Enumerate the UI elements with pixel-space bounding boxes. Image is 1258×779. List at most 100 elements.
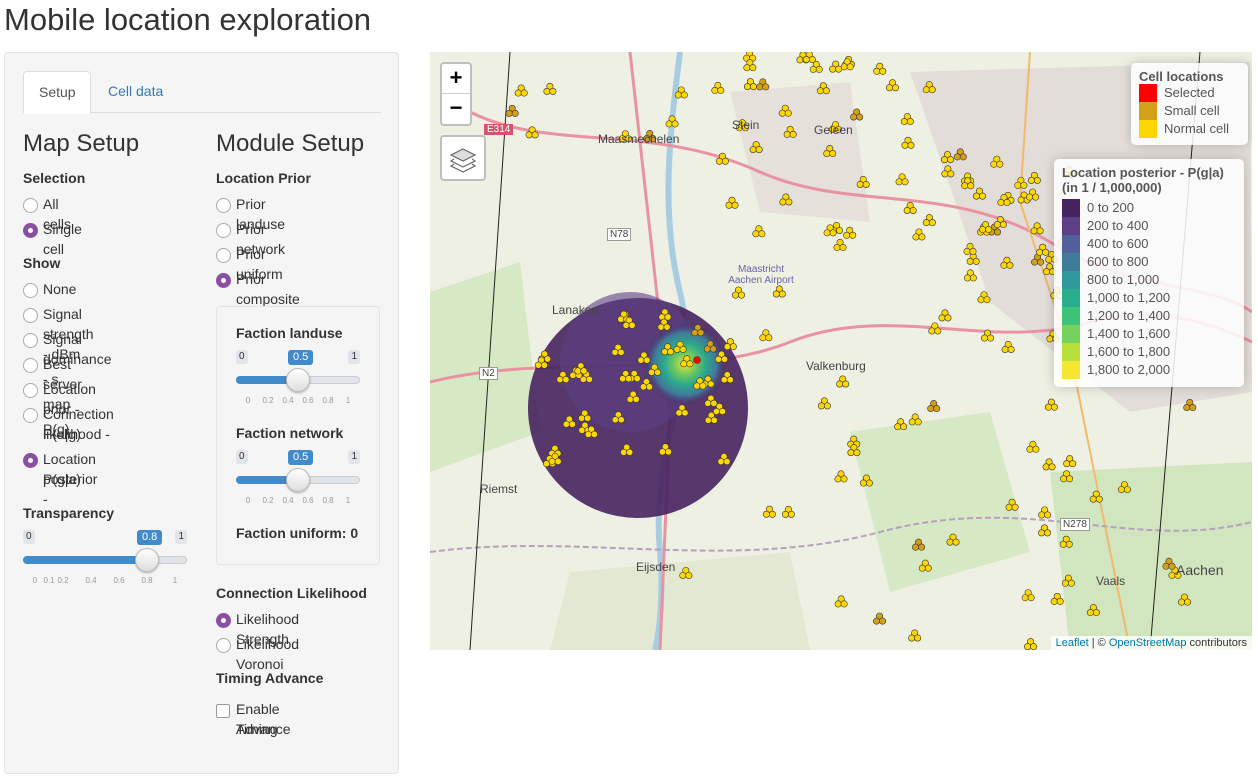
- cell-marker[interactable]: [1089, 495, 1097, 503]
- cell-marker[interactable]: [963, 274, 971, 282]
- cell-marker[interactable]: [1042, 463, 1050, 471]
- cell-marker[interactable]: [908, 418, 916, 426]
- cell-marker[interactable]: [721, 157, 729, 165]
- cell-marker[interactable]: [1162, 562, 1170, 570]
- cell-marker[interactable]: [1067, 579, 1075, 587]
- cell-marker[interactable]: [846, 63, 854, 71]
- cell-marker[interactable]: [620, 448, 628, 456]
- cell-marker[interactable]: [834, 475, 842, 483]
- cell-marker[interactable]: [743, 64, 751, 72]
- cell-marker[interactable]: [1092, 609, 1100, 617]
- cell-marker[interactable]: [729, 343, 737, 351]
- cell-marker[interactable]: [1117, 486, 1125, 494]
- cell-marker[interactable]: [654, 368, 662, 376]
- cell-marker[interactable]: [779, 198, 787, 206]
- cell-marker[interactable]: [993, 221, 1001, 229]
- cell-marker[interactable]: [850, 113, 858, 121]
- cell-marker[interactable]: [946, 538, 954, 546]
- cell-marker[interactable]: [783, 130, 791, 138]
- tab-setup[interactable]: Setup: [23, 71, 91, 114]
- cell-marker[interactable]: [822, 87, 830, 95]
- cell-marker[interactable]: [1000, 261, 1008, 269]
- cell-marker[interactable]: [817, 402, 825, 410]
- cell-marker[interactable]: [944, 314, 952, 322]
- cell-marker[interactable]: [549, 87, 557, 95]
- cell-marker[interactable]: [732, 291, 740, 299]
- cell-marker[interactable]: [1033, 176, 1041, 184]
- cell-marker[interactable]: [674, 91, 682, 99]
- cell-marker[interactable]: [906, 118, 914, 126]
- cell-marker[interactable]: [997, 199, 1005, 207]
- cell-marker[interactable]: [1189, 404, 1197, 412]
- cell-marker[interactable]: [959, 153, 967, 161]
- cell-marker[interactable]: [928, 86, 936, 94]
- cell-marker[interactable]: [691, 329, 699, 337]
- cell-marker[interactable]: [626, 395, 634, 403]
- cell-marker[interactable]: [963, 247, 971, 255]
- cell-marker[interactable]: [834, 600, 842, 608]
- cell-marker[interactable]: [1014, 181, 1022, 189]
- cell-marker[interactable]: [787, 510, 795, 518]
- cell-marker[interactable]: [749, 146, 757, 154]
- cell-marker[interactable]: [611, 348, 619, 356]
- zoom-in-button[interactable]: +: [442, 64, 470, 94]
- cell-marker[interactable]: [1037, 529, 1045, 537]
- cell-marker[interactable]: [611, 416, 619, 424]
- faction-network-slider[interactable]: 0 1 0.5 0 0.2 0.4 0.6 0.8 1: [236, 450, 360, 510]
- cell-marker[interactable]: [1024, 643, 1032, 650]
- cell-marker[interactable]: [996, 160, 1004, 168]
- cell-marker[interactable]: [829, 229, 837, 237]
- cell-marker[interactable]: [778, 109, 786, 117]
- transparency-slider[interactable]: 0 1 0.8 0 0.1 0.2 0.4 0.6 0.8 1: [23, 530, 187, 590]
- cell-marker[interactable]: [900, 423, 908, 431]
- cell-marker[interactable]: [985, 226, 993, 234]
- cell-marker[interactable]: [922, 86, 930, 94]
- cell-marker[interactable]: [673, 345, 681, 353]
- cell-marker[interactable]: [938, 314, 946, 322]
- cell-marker[interactable]: [843, 231, 851, 239]
- cell-marker[interactable]: [758, 230, 766, 238]
- cell-marker[interactable]: [632, 395, 640, 403]
- cell-marker[interactable]: [1011, 503, 1019, 511]
- cell-marker[interactable]: [709, 345, 717, 353]
- cell-marker[interactable]: [568, 420, 576, 428]
- cell-marker[interactable]: [983, 296, 991, 304]
- cell-marker[interactable]: [849, 231, 857, 239]
- cell-marker[interactable]: [1027, 176, 1035, 184]
- cell-marker[interactable]: [856, 180, 864, 188]
- cell-marker[interactable]: [1059, 540, 1067, 548]
- slider-handle[interactable]: [286, 468, 310, 492]
- cell-marker[interactable]: [1168, 571, 1176, 579]
- cell-marker[interactable]: [1060, 475, 1068, 483]
- cell-marker[interactable]: [625, 375, 633, 383]
- cell-marker[interactable]: [717, 458, 725, 466]
- cell-marker[interactable]: [778, 290, 786, 298]
- cell-marker[interactable]: [1048, 463, 1056, 471]
- cell-marker[interactable]: [981, 334, 989, 342]
- cell-marker[interactable]: [1123, 486, 1131, 494]
- cell-marker[interactable]: [1032, 445, 1040, 453]
- cell-marker[interactable]: [671, 120, 679, 128]
- cell-marker[interactable]: [749, 83, 757, 91]
- cell-marker[interactable]: [879, 617, 887, 625]
- cell-marker[interactable]: [1021, 594, 1029, 602]
- cell-marker[interactable]: [664, 448, 672, 456]
- cell-marker[interactable]: [823, 402, 831, 410]
- map-view[interactable]: Maasmechelen Stein Geleen Lanaken Maastr…: [430, 52, 1252, 650]
- cell-marker[interactable]: [619, 375, 627, 383]
- cell-marker[interactable]: [756, 83, 764, 91]
- cell-marker[interactable]: [548, 457, 556, 465]
- cell-marker[interactable]: [1036, 227, 1044, 235]
- cell-marker[interactable]: [912, 233, 920, 241]
- cell-marker[interactable]: [947, 170, 955, 178]
- cell-marker[interactable]: [839, 243, 847, 251]
- cell-marker[interactable]: [972, 192, 980, 200]
- cell-marker[interactable]: [534, 361, 542, 369]
- cell-marker[interactable]: [934, 327, 942, 335]
- cell-marker[interactable]: [639, 383, 647, 391]
- cell-marker[interactable]: [979, 226, 987, 234]
- cell-marker[interactable]: [856, 113, 864, 121]
- cell-marker[interactable]: [1168, 562, 1176, 570]
- cell-marker[interactable]: [909, 206, 917, 214]
- cell-marker[interactable]: [1045, 255, 1053, 263]
